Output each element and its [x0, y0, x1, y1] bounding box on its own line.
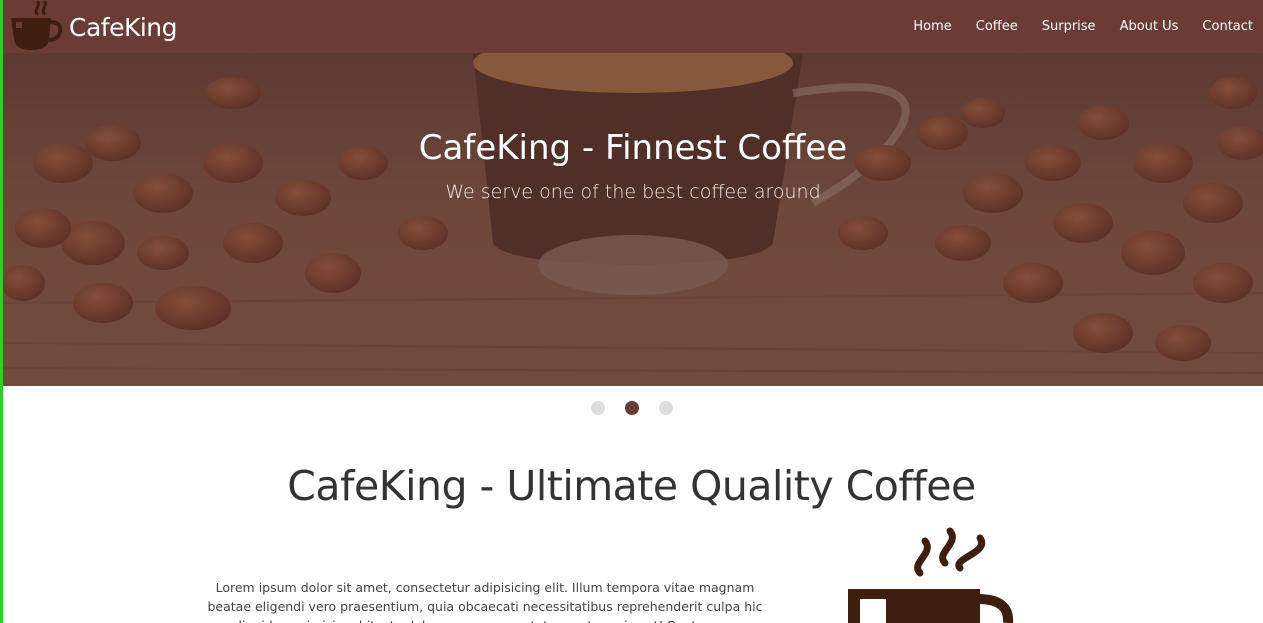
section-paragraph: Lorem ipsum dolor sit amet, consectetur … — [207, 580, 763, 623]
brand-name[interactable]: CafeKing — [69, 13, 178, 42]
carousel-indicators — [0, 401, 1263, 415]
hero-title: CafeKing - Finnest Coffee — [418, 128, 848, 168]
page: CafeKing Home Coffee Surprise About Us C… — [0, 0, 1263, 623]
brand[interactable]: CafeKing — [7, 0, 178, 53]
main-nav: Home Coffee Surprise About Us Contact — [913, 0, 1263, 53]
hero-carousel[interactable]: CafeKing - Finnest Coffee We serve one o… — [3, 53, 1263, 386]
nav-about-us[interactable]: About Us — [1120, 19, 1179, 34]
hero-background-image — [3, 53, 1263, 386]
nav-home[interactable]: Home — [913, 19, 951, 34]
nav-contact[interactable]: Contact — [1202, 19, 1253, 34]
carousel-dot-3[interactable] — [658, 401, 673, 415]
nav-surprise[interactable]: Surprise — [1042, 19, 1096, 34]
nav-coffee[interactable]: Coffee — [976, 19, 1018, 34]
navbar: CafeKing Home Coffee Surprise About Us C… — [3, 0, 1263, 53]
coffee-cup-icon — [11, 0, 63, 50]
carousel-dot-1[interactable] — [590, 401, 605, 415]
coffee-cup-icon — [848, 527, 1014, 623]
hero-subtitle: We serve one of the best coffee around — [445, 181, 821, 203]
section-title: CafeKing - Ultimate Quality Coffee — [287, 462, 976, 510]
window-edge — [0, 0, 3, 623]
carousel-dot-2[interactable] — [624, 401, 639, 415]
